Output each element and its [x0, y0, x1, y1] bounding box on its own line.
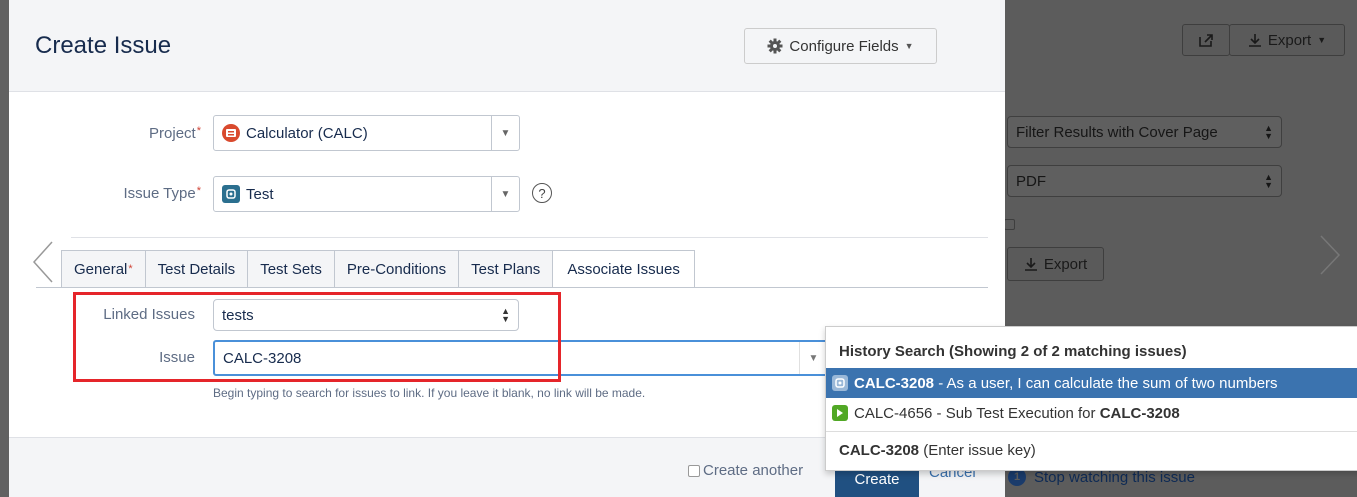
enter-issue-key-option[interactable]: CALC-3208 (Enter issue key) — [839, 442, 1036, 459]
create-another-option[interactable]: Create another — [688, 462, 803, 479]
chevron-down-icon: ▼ — [904, 41, 914, 51]
download-icon — [1024, 258, 1037, 271]
share-button[interactable] — [1182, 24, 1230, 56]
create-another-checkbox[interactable] — [688, 464, 700, 477]
create-another-label: Create another — [703, 462, 804, 479]
issue-type-value: Test — [246, 185, 274, 203]
tab-test-sets[interactable]: Test Sets — [248, 250, 335, 288]
chevron-down-icon[interactable]: ▼ — [799, 342, 827, 374]
issue-type-select[interactable]: Test ▼ — [213, 176, 520, 212]
filter-select[interactable]: Filter Results with Cover Page ▲ ▼ — [1007, 116, 1282, 148]
tab-bar: General * Test Details Test Sets Pre-Cond… — [61, 250, 695, 288]
format-select[interactable]: PDF ▲ ▼ — [1007, 165, 1282, 197]
tab-general[interactable]: General * — [61, 250, 146, 288]
tab-underline — [36, 287, 988, 288]
filter-select-value: Filter Results with Cover Page — [1016, 123, 1218, 141]
chevron-down-icon[interactable]: ▼ — [491, 177, 519, 211]
configure-fields-label: Configure Fields — [789, 37, 899, 55]
chevron-right-icon[interactable] — [1318, 234, 1342, 276]
suggestion-summary: - As a user, I can calculate the sum of … — [934, 374, 1278, 392]
suggestions-header: History Search (Showing 2 of 2 matching … — [839, 343, 1187, 360]
chevron-down-icon: ▼ — [1317, 35, 1327, 45]
tab-test-details[interactable]: Test Details — [145, 250, 249, 288]
chevron-left-icon[interactable] — [31, 240, 55, 284]
required-mark: * — [196, 185, 201, 197]
watch-label: Stop watching this issue — [1034, 468, 1195, 486]
suggestion-item[interactable]: CALC-3208 - As a user, I can calculate t… — [826, 368, 1357, 398]
enter-key-hint: (Enter issue key) — [919, 442, 1036, 459]
background-checkbox[interactable] — [1004, 219, 1015, 230]
suggestion-key: CALC-3208 — [854, 374, 935, 392]
project-label: Project* — [149, 125, 201, 142]
tab-pre-conditions[interactable]: Pre-Conditions — [334, 250, 460, 288]
required-mark: * — [196, 125, 201, 137]
format-select-value: PDF — [1016, 172, 1046, 190]
issue-type-label: Issue Type* — [123, 185, 201, 202]
suggestion-summary: CALC-4656 - Sub Test Execution for — [854, 404, 1100, 422]
export-menu-button[interactable]: Export ▼ — [1229, 24, 1345, 56]
dropdown-separator — [826, 431, 1357, 432]
highlight-box — [73, 292, 561, 382]
export-button[interactable]: Export — [1007, 247, 1104, 281]
chevron-down-icon[interactable]: ▼ — [491, 116, 519, 150]
test-issue-type-icon — [222, 185, 240, 203]
suggestion-item[interactable]: CALC-4656 - Sub Test Execution for CALC-… — [826, 398, 1357, 428]
enter-key-value: CALC-3208 — [839, 442, 920, 459]
test-execution-icon — [832, 405, 848, 421]
test-issue-icon — [832, 375, 848, 391]
issue-suggestions-dropdown: History Search (Showing 2 of 2 matching … — [825, 326, 1357, 471]
help-icon[interactable]: ? — [532, 183, 552, 203]
share-icon — [1199, 34, 1213, 47]
project-select[interactable]: Calculator (CALC) ▼ — [213, 115, 520, 151]
select-arrows-icon: ▲ ▼ — [1264, 172, 1273, 190]
suggestion-key: CALC-3208 — [1099, 404, 1180, 422]
download-icon — [1248, 34, 1261, 47]
project-value: Calculator (CALC) — [246, 124, 368, 142]
issue-hint-text: Begin typing to search for issues to lin… — [213, 386, 646, 400]
calculator-project-icon — [222, 124, 240, 142]
select-arrows-icon: ▲ ▼ — [1264, 123, 1273, 141]
tab-associate-issues[interactable]: Associate Issues — [553, 250, 695, 288]
section-divider — [71, 237, 988, 238]
required-mark: * — [128, 263, 133, 275]
export-menu-label: Export — [1267, 31, 1312, 49]
gear-icon — [767, 38, 783, 54]
configure-fields-button[interactable]: Configure Fields ▼ — [744, 28, 937, 64]
dialog-title: Create Issue — [35, 32, 172, 59]
export-button-label: Export — [1043, 255, 1088, 273]
tab-test-plans[interactable]: Test Plans — [459, 250, 554, 288]
